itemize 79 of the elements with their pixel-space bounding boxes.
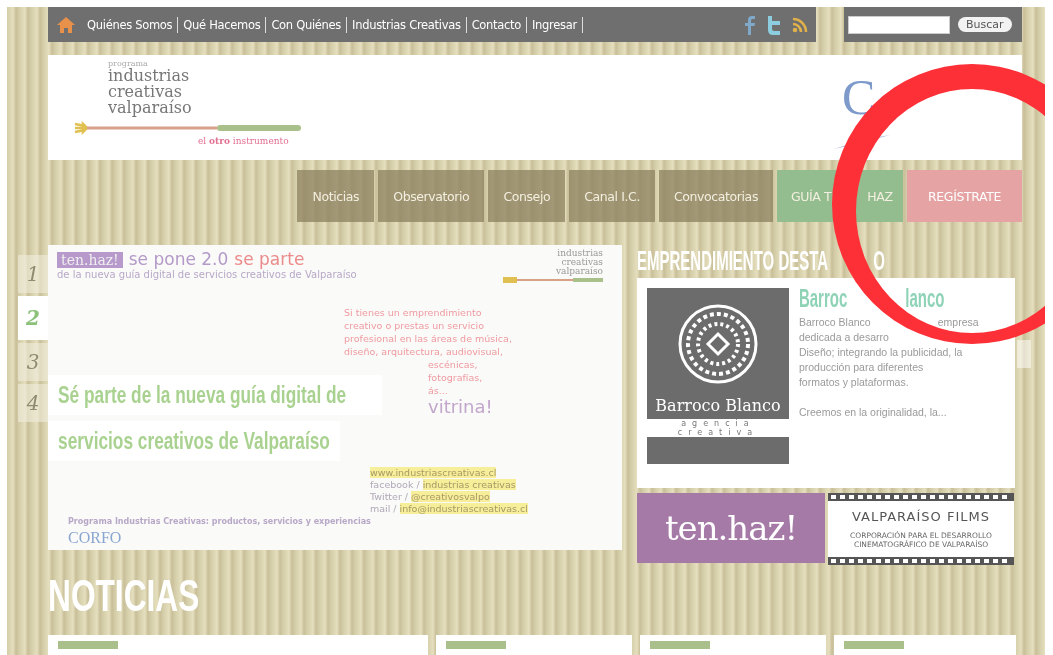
banner-footer-text: Programa Industrias Creativas: productos, servicios y experiencias bbox=[68, 517, 371, 526]
nav-tab-text: HAZ bbox=[867, 188, 893, 204]
description-text: Barroco Blanco bbox=[798, 314, 871, 330]
banner-text: Si tienes un emprendimiento bbox=[344, 306, 483, 319]
nav-link[interactable]: Qué Hacemos bbox=[178, 16, 267, 33]
slide-tab[interactable]: 4 bbox=[18, 384, 48, 422]
nav-link[interactable]: Quiénes Somos bbox=[82, 16, 179, 33]
description-text: formatos y plataformas. bbox=[798, 374, 909, 390]
logo-text: Barroco Blanco bbox=[655, 395, 781, 415]
contact-value: industrias creativas bbox=[422, 479, 516, 490]
section-heading: EMPRENDIMIENTO DESTA bbox=[637, 248, 829, 272]
slide-caption: Sé parte de la nueva guía digital de bbox=[48, 375, 383, 415]
logo-text: creativas bbox=[108, 84, 182, 100]
featured-title: lanco bbox=[905, 283, 945, 310]
banner-text: ás... bbox=[427, 384, 449, 397]
banner-subline: de la nueva guía digital de servicios creativos de Valparaíso bbox=[57, 269, 357, 280]
description-text: Creemos en la originalidad, la... bbox=[798, 405, 948, 418]
logo-tagline: el otro instrumento bbox=[198, 136, 290, 146]
slide-tab[interactable]: 2 bbox=[18, 296, 48, 340]
partner-logo: CORFO bbox=[68, 530, 123, 546]
description-text: producción para diferentes bbox=[798, 359, 924, 375]
news-card[interactable] bbox=[834, 635, 1016, 655]
contact-label: Twitter / bbox=[370, 491, 409, 502]
contact-label: mail / bbox=[370, 503, 397, 514]
nav-link[interactable]: Industrias Creativas bbox=[347, 16, 467, 33]
facebook-icon[interactable] bbox=[744, 14, 756, 35]
description-text: dedicada a desarro bbox=[798, 329, 889, 345]
twitter-icon[interactable] bbox=[766, 14, 782, 35]
nav-tab[interactable]: Consejo bbox=[488, 170, 566, 222]
contact-value: info@industriascreativas.cl bbox=[399, 503, 528, 514]
nav-tab[interactable]: Canal I.C. bbox=[569, 170, 655, 222]
contact-value: @creativosvalpo bbox=[411, 491, 490, 502]
thumbnail-image bbox=[446, 641, 506, 649]
banner-headline: se parte bbox=[234, 249, 305, 269]
nav-tab[interactable]: Convocatorias bbox=[659, 170, 773, 222]
banner-headline: se pone 2.0 bbox=[128, 249, 229, 269]
logo-text: valparaíso bbox=[108, 100, 193, 116]
slide-caption: servicios creativos de Valparaíso bbox=[48, 421, 340, 461]
nav-link[interactable]: Ingresar bbox=[527, 16, 583, 33]
contact-label: facebook / bbox=[370, 479, 420, 490]
thumbnail-image bbox=[650, 641, 710, 649]
slide-tab[interactable]: 3 bbox=[18, 343, 48, 381]
nav-tab-text: GUÍA T bbox=[791, 188, 832, 204]
news-card[interactable] bbox=[48, 635, 428, 655]
nav-tab[interactable]: REGÍSTRATE bbox=[907, 170, 1022, 222]
logo-text: industrias bbox=[108, 68, 191, 84]
logo-text: programa bbox=[108, 60, 148, 68]
description-text: empresa bbox=[937, 314, 979, 330]
logo-text: creativas bbox=[561, 258, 603, 267]
news-card[interactable] bbox=[436, 635, 632, 655]
banner-text: profesional en las áreas de música, bbox=[344, 332, 513, 345]
thumbnail-image bbox=[844, 641, 904, 649]
search-field[interactable] bbox=[848, 15, 950, 34]
contact-value: www.industriascreativas.cl bbox=[370, 467, 497, 478]
home-icon bbox=[56, 14, 76, 35]
section-heading: O bbox=[873, 248, 885, 272]
banner-text: creativo o prestas un servicio bbox=[344, 319, 485, 332]
featured-title: Barroc bbox=[798, 283, 848, 310]
search-button[interactable]: Buscar bbox=[958, 17, 1012, 32]
logo-text: agencia creativa bbox=[647, 418, 789, 437]
partner-name: VALPARAÍSO FILMS bbox=[852, 508, 990, 524]
slide-tab[interactable]: 1 bbox=[18, 255, 48, 293]
nav-tab[interactable]: Noticias bbox=[297, 170, 375, 222]
nav-link[interactable]: Contacto bbox=[466, 16, 528, 33]
description-text: Diseño; integrando la publicidad, la bbox=[798, 344, 963, 360]
thumbnail-image bbox=[58, 641, 118, 649]
rss-icon[interactable] bbox=[792, 16, 808, 33]
news-card[interactable] bbox=[640, 635, 826, 655]
nav-tab[interactable]: Observatorio bbox=[378, 170, 485, 222]
logo-text: industrias bbox=[557, 249, 603, 258]
nav-link[interactable]: Con Quiénes bbox=[266, 16, 348, 33]
banner-text: fotografías, bbox=[427, 371, 484, 384]
banner-text: diseño, arquitectura, audiovisual, bbox=[344, 345, 504, 358]
banner-text: vitrina! bbox=[427, 397, 494, 417]
brand-logo: ten.haz! bbox=[57, 252, 123, 268]
logo-text: valparaíso bbox=[555, 267, 603, 276]
banner-text: escénicas, bbox=[427, 358, 479, 371]
section-heading: NOTICIAS bbox=[48, 574, 200, 618]
partner-banner[interactable]: ten.haz! bbox=[637, 493, 825, 563]
